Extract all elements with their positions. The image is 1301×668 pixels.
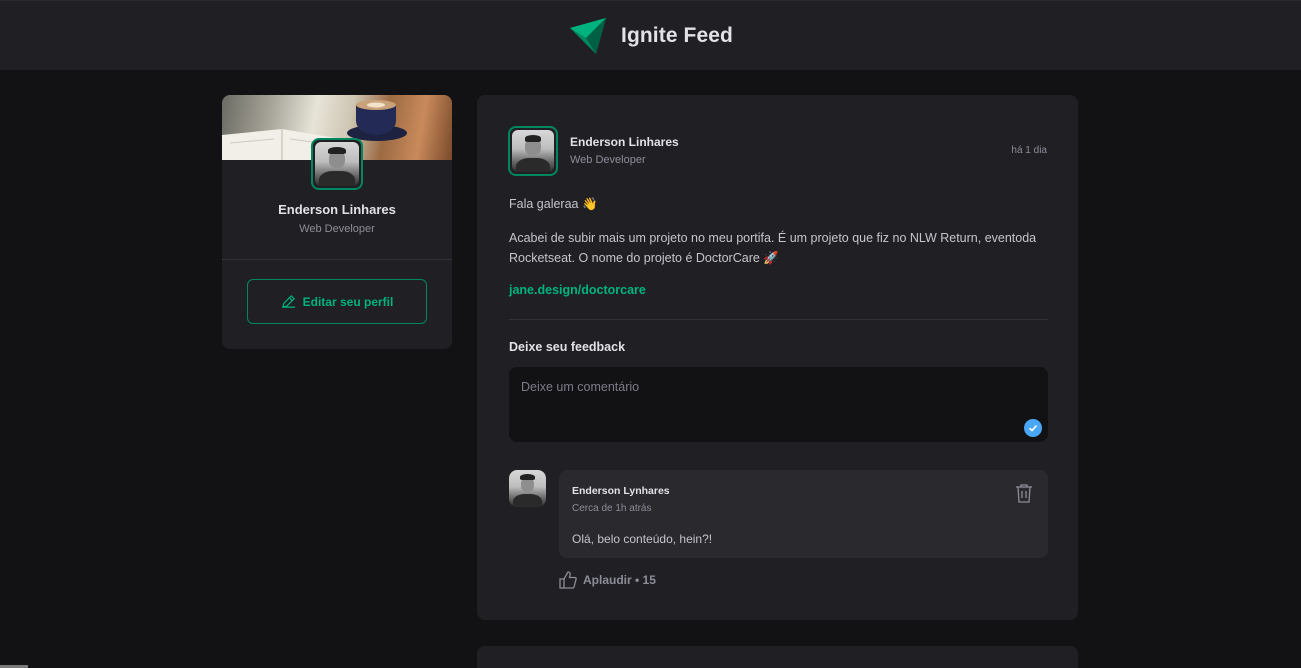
submit-comment-button[interactable] — [1024, 419, 1042, 437]
applaud-label: Aplaudir • 15 — [583, 573, 656, 587]
post-link[interactable]: jane.design/doctorcare — [509, 283, 646, 297]
comment-box: Enderson Lynhares Cerca de 1h atrás Olá,… — [559, 470, 1048, 558]
post-author-avatar[interactable] — [508, 126, 558, 176]
avatar-image — [509, 470, 546, 507]
comment-text: Olá, belo conteúdo, hein?! — [572, 532, 713, 546]
pencil-icon — [281, 295, 295, 308]
comment-input[interactable] — [509, 367, 1048, 442]
post-author-name: Enderson Linhares — [570, 135, 679, 149]
feedback-title: Deixe seu feedback — [509, 340, 626, 354]
check-icon — [1028, 424, 1038, 432]
post-timestamp: há 1 dia — [1011, 145, 1047, 156]
edit-profile-button[interactable]: Editar seu perfil — [247, 279, 427, 324]
sidebar-divider — [222, 259, 452, 260]
comment-author-name: Enderson Lynhares — [572, 485, 670, 497]
app-header: Ignite Feed — [0, 0, 1301, 70]
trash-icon[interactable] — [1015, 483, 1033, 503]
profile-avatar[interactable] — [311, 138, 363, 190]
app-title: Ignite Feed — [621, 23, 733, 47]
avatar-image — [315, 142, 359, 186]
edit-profile-label: Editar seu perfil — [302, 294, 394, 309]
profile-role: Web Developer — [299, 223, 375, 235]
profile-sidebar: Enderson Linhares Web Developer Editar s… — [222, 95, 452, 349]
cover-coffee-cup-graphic — [347, 100, 407, 141]
comment-timestamp: Cerca de 1h atrás — [572, 503, 652, 514]
post-card — [477, 646, 1078, 668]
post-divider — [509, 319, 1048, 320]
comment-author-avatar[interactable] — [509, 470, 546, 507]
thumbs-up-icon — [559, 571, 577, 589]
post-paragraph: Fala galeraa 👋 — [509, 197, 598, 211]
post-paragraph: Acabei de subir mais um projeto no meu p… — [509, 231, 1037, 265]
avatar-image — [512, 130, 554, 172]
post-card: Enderson Linhares Web Developer há 1 dia… — [477, 95, 1078, 620]
post-author-role: Web Developer — [570, 154, 646, 166]
ignite-logo-icon — [570, 17, 607, 54]
profile-name: Enderson Linhares — [278, 202, 396, 217]
applaud-button[interactable]: Aplaudir • 15 — [559, 571, 656, 589]
